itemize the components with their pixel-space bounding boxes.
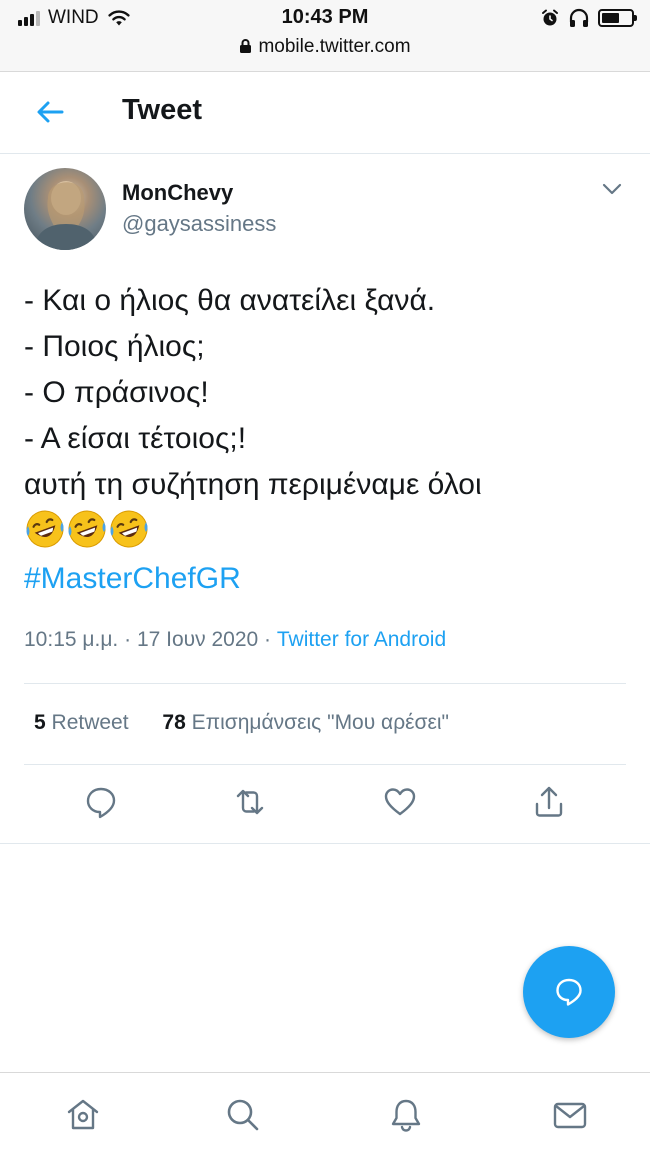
tweet-text: - Και ο ήλιος θα ανατείλει ξανά. - Ποιος… <box>24 278 634 602</box>
reply-icon[interactable] <box>81 782 121 822</box>
url-text: mobile.twitter.com <box>258 36 411 57</box>
likes-label: Επισημάνσεις "Μου αρέσει" <box>191 711 449 734</box>
share-icon[interactable] <box>529 782 569 822</box>
avatar[interactable] <box>24 168 106 250</box>
tweet-time: 10:15 μ.μ. <box>24 628 119 651</box>
retweets-count: 5 <box>34 711 46 734</box>
meta-separator: · <box>124 628 132 651</box>
compose-button[interactable] <box>523 946 615 1038</box>
tweet-line: - Και ο ήλιος θα ανατείλει ξανά. <box>24 284 436 317</box>
compose-reply-icon <box>556 978 582 1006</box>
like-icon[interactable] <box>380 782 420 822</box>
tweet-actions <box>0 782 650 830</box>
display-name[interactable]: MonChevy <box>122 180 233 206</box>
alarm-clock-icon <box>542 9 558 26</box>
rolling-on-floor-laughing-emoji <box>68 510 106 548</box>
messages-icon[interactable] <box>550 1095 590 1135</box>
notifications-icon[interactable] <box>386 1095 426 1135</box>
top-header: Tweet <box>0 72 650 154</box>
page-title: Tweet <box>122 94 203 126</box>
status-icons <box>540 8 637 28</box>
search-icon[interactable] <box>223 1095 263 1135</box>
emoji-row <box>24 508 634 556</box>
tweet-stats: 5 Retweet 78 Επισημάνσεις "Μου αρέσει" <box>34 711 449 735</box>
avatar-photo <box>34 181 98 250</box>
lock-icon <box>240 39 252 53</box>
likes-stat[interactable]: 78 Επισημάνσεις "Μου αρέσει" <box>162 711 449 734</box>
tweet-line: - Α είσαι τέτοιος;! <box>24 422 247 455</box>
tweet-timestamp: 10:15 μ.μ. · 17 Ιουν 2020 · Twitter for … <box>24 628 446 652</box>
home-icon[interactable] <box>63 1095 103 1135</box>
address-bar[interactable]: mobile.twitter.com <box>0 36 650 58</box>
retweet-icon[interactable] <box>230 782 270 822</box>
headphones-icon <box>569 8 589 27</box>
divider <box>24 764 626 765</box>
meta-separator: · <box>264 628 272 651</box>
tweet-line: - Ο πράσινος! <box>24 376 209 409</box>
tweet-line: - Ποιος ήλιος; <box>24 330 205 363</box>
likes-count: 78 <box>162 711 186 734</box>
bottom-navigation <box>0 1072 650 1158</box>
tweet-date: 17 Ιουν 2020 <box>136 628 259 651</box>
tweet-line: αυτή τη συζήτηση περιμέναμε όλοι <box>24 468 482 501</box>
rolling-on-floor-laughing-emoji <box>26 510 64 548</box>
tweet-source-link[interactable]: Twitter for Android <box>277 628 446 651</box>
battery-icon <box>598 9 637 27</box>
status-bar: WIND 10:43 PM mobile.twitter.com <box>0 0 650 72</box>
hashtag-link[interactable]: #MasterChefGR <box>24 556 634 602</box>
retweets-stat[interactable]: 5 Retweet <box>34 711 129 734</box>
retweets-label: Retweet <box>51 711 129 734</box>
chevron-down-icon[interactable] <box>598 178 626 200</box>
divider <box>0 843 650 844</box>
divider <box>24 683 626 684</box>
back-arrow-icon[interactable] <box>30 96 70 128</box>
rolling-on-floor-laughing-emoji <box>110 510 148 548</box>
user-handle[interactable]: @gaysassiness <box>122 211 276 237</box>
